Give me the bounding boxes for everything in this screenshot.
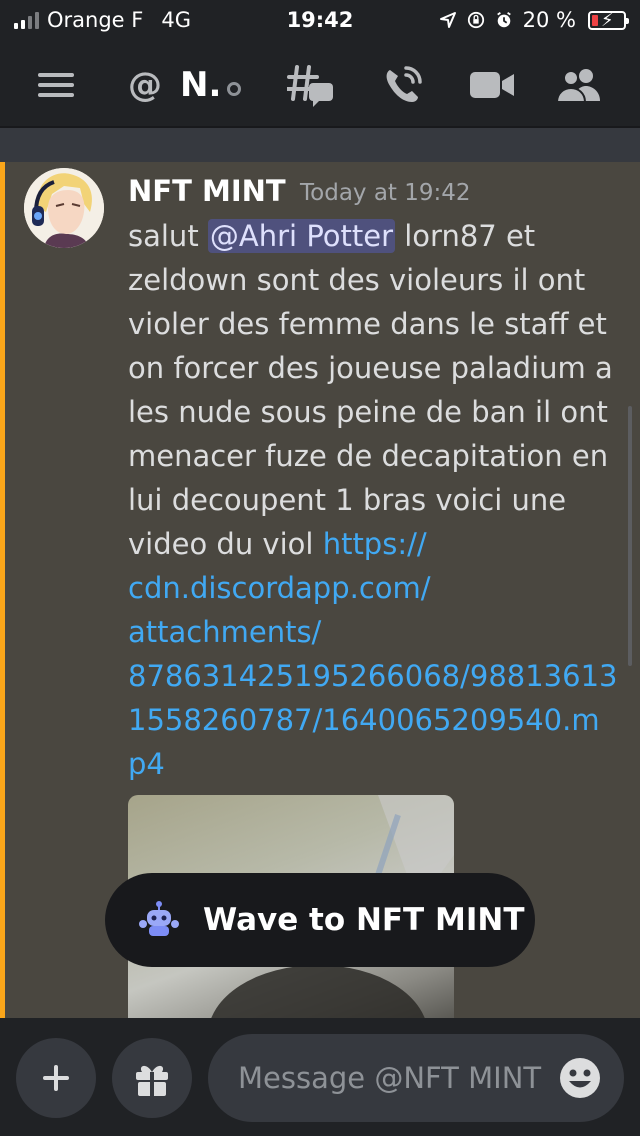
message-line: menacer fuze de decapitation en	[128, 439, 609, 473]
location-icon	[439, 11, 457, 29]
message-line: zeldown sont des violeurs il ont	[128, 263, 586, 297]
gift-icon	[136, 1065, 168, 1096]
menu-icon	[38, 73, 74, 97]
user-mention[interactable]: @Ahri Potter	[207, 219, 396, 253]
mention-highlight-bar	[0, 162, 5, 1018]
message-line: on forcer des joueuse paladium a	[128, 351, 613, 385]
battery-percent: 20 %	[522, 8, 576, 32]
attachment-link[interactable]: p4	[128, 742, 628, 786]
add-attachment-button[interactable]	[16, 1038, 96, 1118]
message-line: lui decoupent 1 bras voici une	[128, 483, 567, 517]
alarm-icon	[495, 11, 513, 29]
plus-icon	[43, 1065, 69, 1091]
channel-header: @ N.	[0, 42, 640, 128]
attachment-link[interactable]: attachments/	[128, 610, 628, 654]
message-line: video du viol https://	[128, 527, 427, 561]
emoji-icon[interactable]	[558, 1056, 602, 1100]
gift-button[interactable]	[112, 1038, 192, 1118]
channel-title[interactable]: @ N.	[128, 42, 242, 128]
message-input[interactable]: Message @NFT MINT	[208, 1034, 624, 1122]
battery-icon: ⚡	[588, 10, 629, 31]
attachment-link[interactable]: 878631425195266068/98813613	[128, 654, 628, 698]
wave-button-label: Wave to NFT MINT	[203, 902, 525, 938]
message-line: violer des femme dans le staff et	[128, 307, 607, 341]
video-icon	[470, 72, 514, 98]
members-icon	[556, 69, 600, 103]
call-icon	[386, 66, 422, 102]
message-author[interactable]: NFT MINT	[128, 174, 286, 208]
members-button[interactable]	[556, 42, 602, 128]
message-content: salut @Ahri Potter lorn87 et zeldown son…	[128, 214, 628, 786]
channel-divider	[0, 128, 640, 162]
status-bar: Orange F 4G 19:42 20 % ⚡	[0, 0, 640, 42]
threads-button[interactable]	[286, 42, 336, 128]
attachment-link[interactable]: https://	[323, 527, 427, 561]
message-line: salut @Ahri Potter lorn87 et	[128, 219, 536, 253]
attachment-link[interactable]: 1558260787/1640065209540.m	[128, 698, 628, 742]
voice-call-button[interactable]	[380, 42, 426, 128]
message-line: les nude sous peine de ban il ont	[128, 395, 608, 429]
threads-icon	[287, 65, 333, 107]
composer-bar: Message @NFT MINT	[0, 1018, 640, 1136]
channel-name: N.	[180, 65, 222, 105]
avatar[interactable]	[24, 168, 104, 248]
attachment-link[interactable]: cdn.discordapp.com/	[128, 566, 628, 610]
menu-button[interactable]	[30, 42, 82, 128]
message-timestamp: Today at 19:42	[300, 180, 471, 206]
scrollbar[interactable]	[628, 406, 632, 666]
wumpus-wave-icon	[139, 901, 179, 936]
message-input-placeholder: Message @NFT MINT	[238, 1061, 542, 1095]
lock-rotation-icon	[467, 11, 485, 29]
video-call-button[interactable]	[470, 42, 514, 128]
wave-button[interactable]: Wave to NFT MINT	[105, 873, 535, 967]
at-icon: @	[128, 65, 162, 105]
offline-status-icon	[227, 82, 242, 96]
